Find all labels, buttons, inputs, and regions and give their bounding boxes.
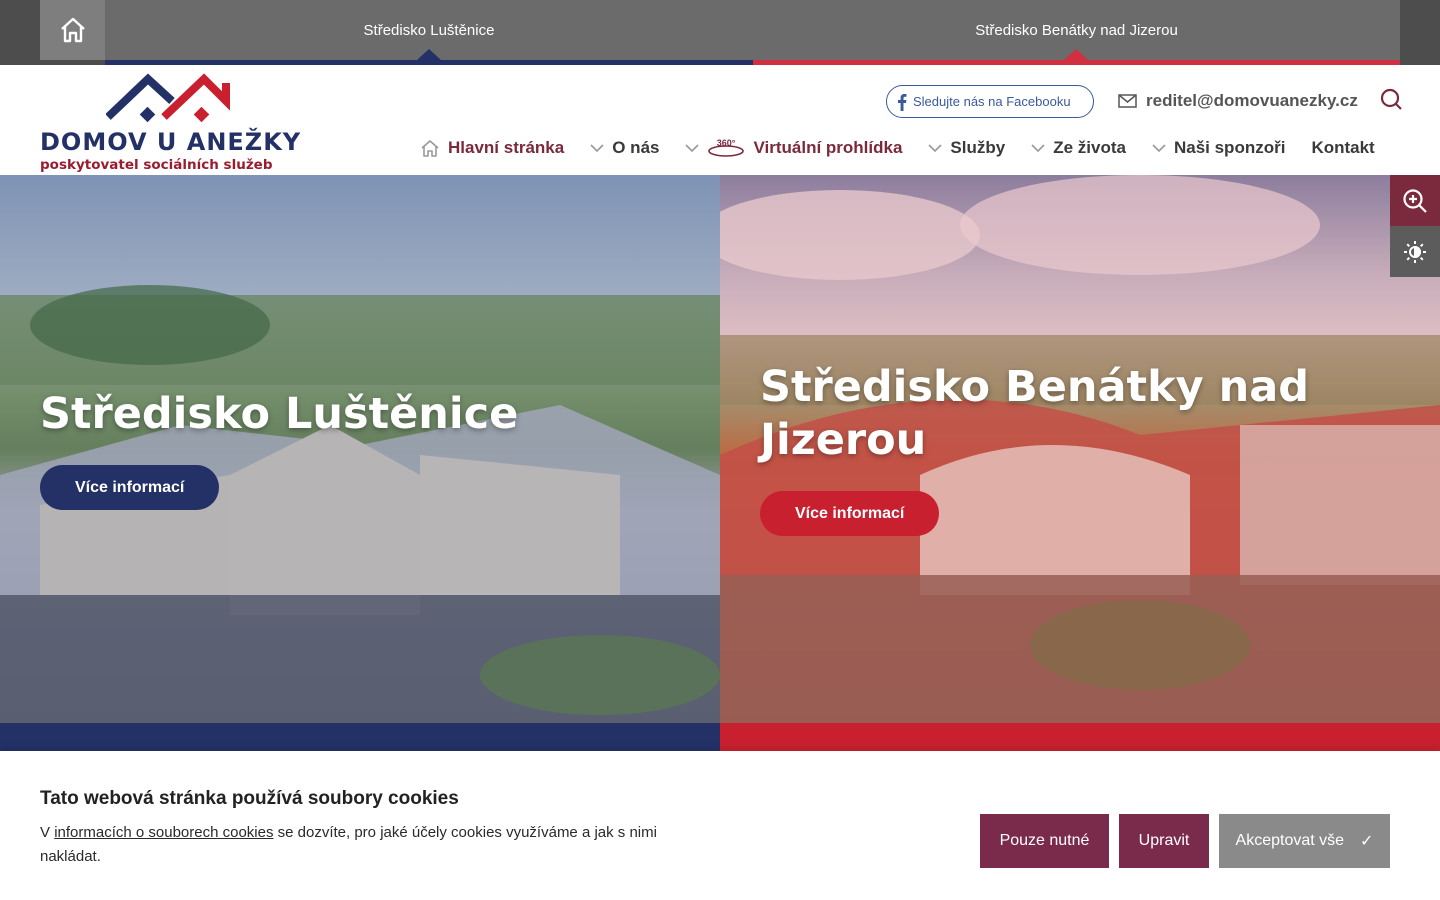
chevron-down-icon [1152,144,1166,153]
nav-item-virtual-tour[interactable]: 360° Virtuální prohlídka [685,138,902,158]
nav-item-sponsors[interactable]: Naši sponzoři [1152,138,1285,158]
checkmark-icon: ✓ [1360,833,1374,850]
search-icon [1380,88,1402,110]
nav-label-life: Ze života [1053,138,1126,157]
hero-lustenice: Středisko Luštěnice Více informací [0,175,720,723]
logo-name: DOMOV U ANEŽKY [40,128,302,156]
facebook-label: Sledujte nás na Facebooku [913,94,1071,109]
email-link[interactable]: reditel@domovuanezky.cz [1118,91,1358,111]
nav-label-services: Služby [950,138,1006,157]
facebook-button[interactable]: Sledujte nás na Facebooku [886,85,1094,118]
zoom-in-icon [1403,188,1427,213]
hero-overlay [0,175,720,723]
cookie-edit-button[interactable]: Upravit [1119,814,1209,868]
chevron-down-icon [928,144,942,153]
nav-item-contact[interactable]: Kontakt [1311,138,1374,158]
facebook-icon [898,93,907,111]
tab-indicator-red [1064,49,1088,60]
envelope-icon [1118,94,1137,108]
email-address: reditel@domovuanezky.cz [1146,91,1358,110]
zoom-in-button[interactable] [1390,175,1440,226]
nav-label-contact: Kontakt [1311,138,1375,157]
main-navigation: Hlavní stránka O nás 360° Virtuální proh… [420,135,1375,161]
site-logo[interactable]: DOMOV U ANEŽKY poskytovatel sociálních s… [40,73,310,173]
chevron-down-icon [685,144,700,153]
nav-label-virtual-tour: Virtuální prohlídka [753,138,903,157]
nav-label-home: Hlavní stránka [448,138,565,157]
nav-item-life[interactable]: Ze života [1031,138,1126,158]
hero-title-benatky: Středisko Benátky nad Jizerou [760,362,1310,465]
cookie-info-link[interactable]: informacích o souborech cookies [54,824,273,841]
search-button[interactable] [1379,87,1403,111]
home-tile-button[interactable] [40,0,105,60]
contrast-button[interactable] [1390,226,1440,277]
cookie-consent-banner: Tato webová stránka používá soubory cook… [0,751,1440,900]
accept-all-label: Akceptovat vše [1235,832,1345,849]
hero-title-lustenice: Středisko Luštěnice [40,389,519,439]
logo-roofs-icon [106,73,230,123]
nav-item-home[interactable]: Hlavní stránka [420,138,564,158]
home-icon [60,17,85,43]
chevron-down-icon [590,144,604,153]
cookie-description: V informacích o souborech cookies se doz… [40,821,720,869]
section-band-blue [0,723,720,753]
home-icon [421,140,439,157]
nav-item-about[interactable]: O nás [590,138,659,158]
more-info-button-benatky[interactable]: Více informací [760,491,940,536]
cookie-text-before: V [40,824,55,841]
nav-label-about: O nás [612,138,660,157]
tab-indicator-blue [417,49,441,60]
brightness-icon [1404,240,1426,263]
nav-label-sponsors: Naši sponzoři [1173,138,1286,157]
logo-subtitle: poskytovatel sociálních služeb [40,157,273,173]
site-header: DOMOV U ANEŽKY poskytovatel sociálních s… [0,65,1440,175]
hero-benatky: Středisko Benátky nad Jizerou Více infor… [720,175,1440,723]
cookie-accept-all-button[interactable]: Akceptovat vše ✓ [1219,814,1390,868]
cookie-necessary-only-button[interactable]: Pouze nutné [980,814,1109,868]
360-icon: 360° [708,138,745,157]
nav-item-services[interactable]: Služby [928,138,1005,158]
section-band-red [720,723,1440,753]
chevron-down-icon [1031,144,1045,153]
cookie-title: Tato webová stránka používá soubory cook… [40,788,459,809]
more-info-button-lustenice[interactable]: Více informací [40,465,220,510]
